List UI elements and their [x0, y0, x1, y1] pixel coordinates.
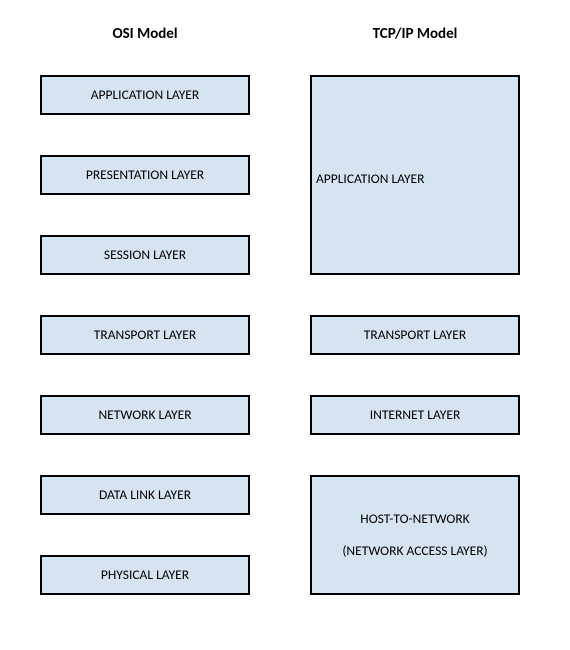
osi-presentation-layer: PRESENTATION LAYER [40, 155, 250, 195]
osi-header: OSI Model [40, 25, 250, 43]
osi-physical-layer: PHYSICAL LAYER [40, 555, 250, 595]
osi-application-layer: APPLICATION LAYER [40, 75, 250, 115]
tcpip-transport-layer: TRANSPORT LAYER [310, 315, 520, 355]
osi-network-layer: NETWORK LAYER [40, 395, 250, 435]
tcpip-host-line1: HOST-TO-NETWORK [360, 510, 469, 528]
tcpip-internet-layer: INTERNET LAYER [310, 395, 520, 435]
tcpip-header: TCP/IP Model [310, 25, 520, 43]
osi-session-layer: SESSION LAYER [40, 235, 250, 275]
tcpip-application-layer: APPLICATION LAYER [310, 75, 520, 275]
tcpip-host-to-network-layer: HOST-TO-NETWORK (NETWORK ACCESS LAYER) [310, 475, 520, 595]
osi-transport-layer: TRANSPORT LAYER [40, 315, 250, 355]
tcpip-host-line2: (NETWORK ACCESS LAYER) [342, 542, 487, 560]
osi-datalink-layer: DATA LINK LAYER [40, 475, 250, 515]
